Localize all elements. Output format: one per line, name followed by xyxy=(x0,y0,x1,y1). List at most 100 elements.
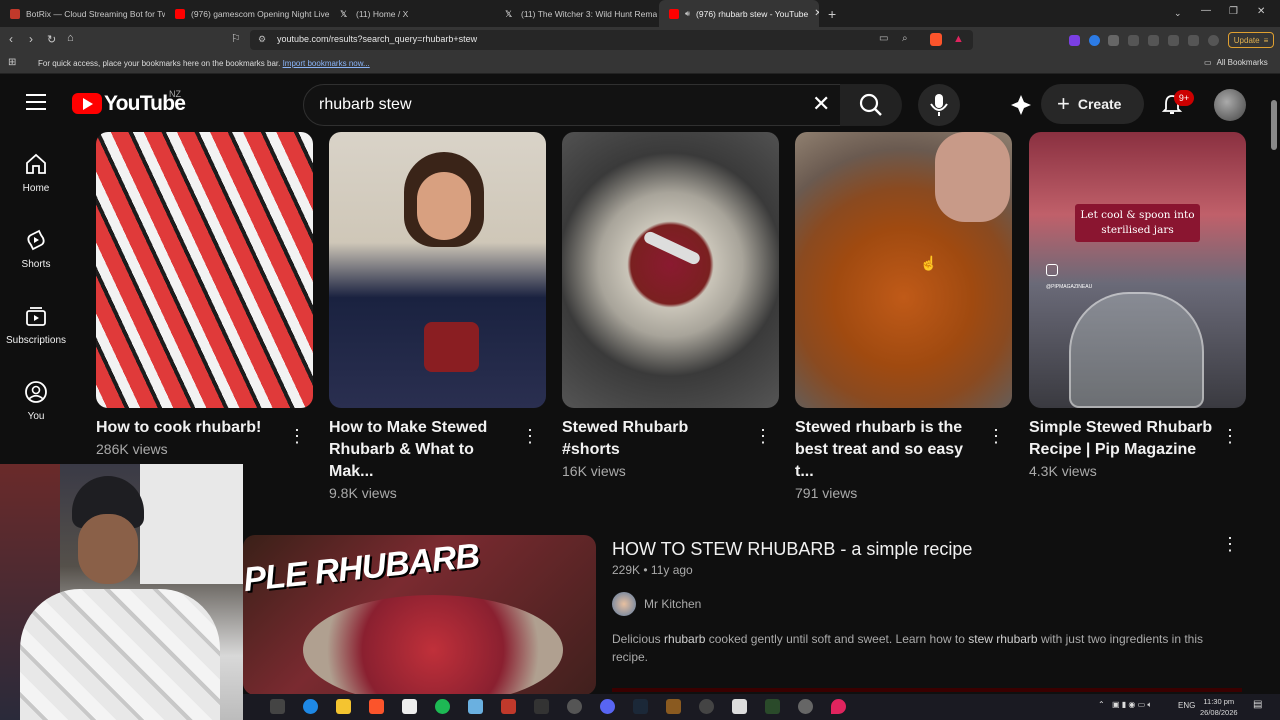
tab-search-chevron-icon[interactable]: ⌄ xyxy=(1174,8,1182,19)
short-thumbnail[interactable]: Let cool & spoon into sterilised jars @P… xyxy=(1029,132,1246,408)
short-thumbnail[interactable] xyxy=(96,132,313,408)
search-button[interactable] xyxy=(840,84,902,126)
video-thumbnail[interactable]: PLE RHUBARB xyxy=(243,535,596,695)
channel-name[interactable]: Mr Kitchen xyxy=(644,597,701,611)
app-icon[interactable] xyxy=(468,699,483,714)
discord-icon[interactable] xyxy=(600,699,615,714)
desc-highlight: stew rhubarb xyxy=(968,632,1038,646)
app-icon[interactable] xyxy=(699,699,714,714)
page-scrollbar[interactable] xyxy=(1271,100,1277,150)
more-actions-icon[interactable]: ⋮ xyxy=(1221,427,1239,445)
steam-icon[interactable] xyxy=(633,699,648,714)
maps-pin-icon[interactable] xyxy=(831,699,846,714)
vpn-icon[interactable] xyxy=(1208,35,1219,46)
epic-games-icon[interactable] xyxy=(534,699,549,714)
spotify-icon[interactable] xyxy=(435,699,450,714)
brave-taskbar-icon[interactable] xyxy=(369,699,384,714)
premium-sparkle-icon[interactable] xyxy=(1010,94,1032,121)
sidebar-item-you[interactable]: You xyxy=(0,380,72,422)
short-title[interactable]: How to cook rhubarb! xyxy=(96,417,284,439)
short-title[interactable]: Stewed Rhubarb #shorts xyxy=(562,417,750,461)
cast-icon[interactable]: ▭ xyxy=(879,33,888,44)
short-title[interactable]: Rhubarb & What to Mak... xyxy=(329,439,517,483)
edge-icon[interactable] xyxy=(303,699,318,714)
short-title[interactable]: How to Make Stewed xyxy=(329,417,517,439)
terminal-icon[interactable] xyxy=(765,699,780,714)
short-thumbnail[interactable] xyxy=(795,132,1012,408)
app-icon[interactable] xyxy=(732,699,747,714)
sidebar-label: Shorts xyxy=(21,259,51,270)
sidebar-item-shorts[interactable]: Shorts xyxy=(0,228,72,270)
browser-tab[interactable]: BotRix — Cloud Streaming Bot for Tw xyxy=(0,0,165,27)
video-title[interactable]: HOW TO STEW RHUBARB - a simple recipe xyxy=(612,539,972,560)
restore-icon[interactable]: ❐ xyxy=(1229,6,1238,17)
more-actions-icon[interactable]: ⋮ xyxy=(754,427,772,445)
brave-rewards-icon[interactable]: ▲ xyxy=(953,33,964,45)
sidebar-item-home[interactable]: Home xyxy=(0,152,72,194)
forward-icon[interactable]: › xyxy=(29,32,33,46)
more-actions-icon[interactable]: ⋮ xyxy=(987,427,1005,445)
store-icon[interactable] xyxy=(402,699,417,714)
bookmark-icon[interactable]: ⚐ xyxy=(231,32,241,45)
task-view-icon[interactable] xyxy=(270,699,285,714)
short-info[interactable]: Stewed Rhubarb #shorts 16K views xyxy=(562,417,750,479)
leo-ai-icon[interactable] xyxy=(1188,35,1199,46)
short-title[interactable]: Recipe | Pip Magazine xyxy=(1029,439,1217,461)
zoom-icon[interactable]: ⌕ xyxy=(902,33,908,44)
close-window-icon[interactable]: ✕ xyxy=(1257,6,1265,17)
update-button[interactable]: Update ≡ xyxy=(1228,32,1274,48)
short-info[interactable]: Simple Stewed Rhubarb Recipe | Pip Magaz… xyxy=(1029,417,1217,479)
clock[interactable]: 11:30 pm 26/08/2026 xyxy=(1200,696,1238,718)
wallet-icon[interactable] xyxy=(1168,35,1179,46)
short-thumbnail[interactable] xyxy=(562,132,779,408)
site-info-icon[interactable]: ⚙ xyxy=(258,34,266,45)
voice-search-button[interactable] xyxy=(918,84,960,126)
apps-grid-icon[interactable]: ⊞ xyxy=(8,57,16,68)
short-thumbnail[interactable] xyxy=(329,132,546,408)
tray-icons[interactable]: ▣ ▮ ◉ ▭ 🔈︎ xyxy=(1112,700,1152,710)
browser-tab[interactable]: (976) gamescom Opening Night Live xyxy=(165,0,330,27)
puzzle-icon[interactable] xyxy=(1108,35,1119,46)
notification-center-icon[interactable]: ▤ xyxy=(1253,699,1262,710)
extension-icon[interactable] xyxy=(1089,35,1100,46)
reload-icon[interactable]: ↻ xyxy=(47,33,56,46)
game-icon[interactable] xyxy=(666,699,681,714)
browser-tab[interactable]: 𝕏 (11) Home / X xyxy=(330,0,495,27)
back-icon[interactable]: ‹ xyxy=(9,32,13,46)
close-tab-icon[interactable]: ✕ xyxy=(814,8,819,19)
short-info[interactable]: How to Make Stewed Rhubarb & What to Mak… xyxy=(329,417,517,501)
music-icon[interactable] xyxy=(1128,35,1139,46)
new-tab-icon[interactable]: + xyxy=(828,6,836,22)
minimize-icon[interactable]: — xyxy=(1201,5,1211,16)
home-button-icon[interactable]: ⌂ xyxy=(67,32,74,44)
all-bookmarks-button[interactable]: ▭ All Bookmarks xyxy=(1204,58,1268,67)
clear-search-icon[interactable]: ✕ xyxy=(812,91,830,117)
more-actions-icon[interactable]: ⋮ xyxy=(1221,535,1239,553)
short-title[interactable]: Stewed rhubarb is the xyxy=(795,417,983,439)
tf-app-icon[interactable] xyxy=(501,699,516,714)
browser-tab-active[interactable]: 🔊︎ (976) rhubarb stew - YouTube ✕ xyxy=(659,0,819,27)
more-actions-icon[interactable]: ⋮ xyxy=(288,427,306,445)
account-avatar[interactable] xyxy=(1214,89,1246,121)
sidebar-toggle-icon[interactable] xyxy=(1148,35,1159,46)
channel-avatar[interactable] xyxy=(612,592,636,616)
create-button[interactable]: + Create xyxy=(1041,84,1144,124)
brave-shield-icon[interactable] xyxy=(930,33,942,46)
short-info[interactable]: Stewed rhubarb is the best treat and so … xyxy=(795,417,983,501)
sidebar-item-subscriptions[interactable]: Subscriptions xyxy=(0,304,72,346)
extension-icon[interactable] xyxy=(1069,35,1080,46)
short-info[interactable]: How to cook rhubarb! 286K views xyxy=(96,417,284,457)
tray-chevron-icon[interactable]: ⌃ xyxy=(1098,700,1105,709)
settings-icon[interactable] xyxy=(798,699,813,714)
search-input[interactable]: rhubarb stew xyxy=(319,96,412,114)
file-explorer-icon[interactable] xyxy=(336,699,351,714)
import-bookmarks-link[interactable]: Import bookmarks now... xyxy=(283,59,370,68)
more-actions-icon[interactable]: ⋮ xyxy=(521,427,539,445)
url-text[interactable]: youtube.com/results?search_query=rhubarb… xyxy=(277,34,477,44)
short-title[interactable]: best treat and so easy t... xyxy=(795,439,983,483)
guide-menu-icon[interactable] xyxy=(26,94,46,110)
xbox-icon[interactable] xyxy=(567,699,582,714)
language-indicator[interactable]: ENG xyxy=(1178,701,1195,710)
browser-tab[interactable]: 𝕏 (11) The Witcher 3: Wild Hunt Remas xyxy=(495,0,657,27)
short-title[interactable]: Simple Stewed Rhubarb xyxy=(1029,417,1217,439)
